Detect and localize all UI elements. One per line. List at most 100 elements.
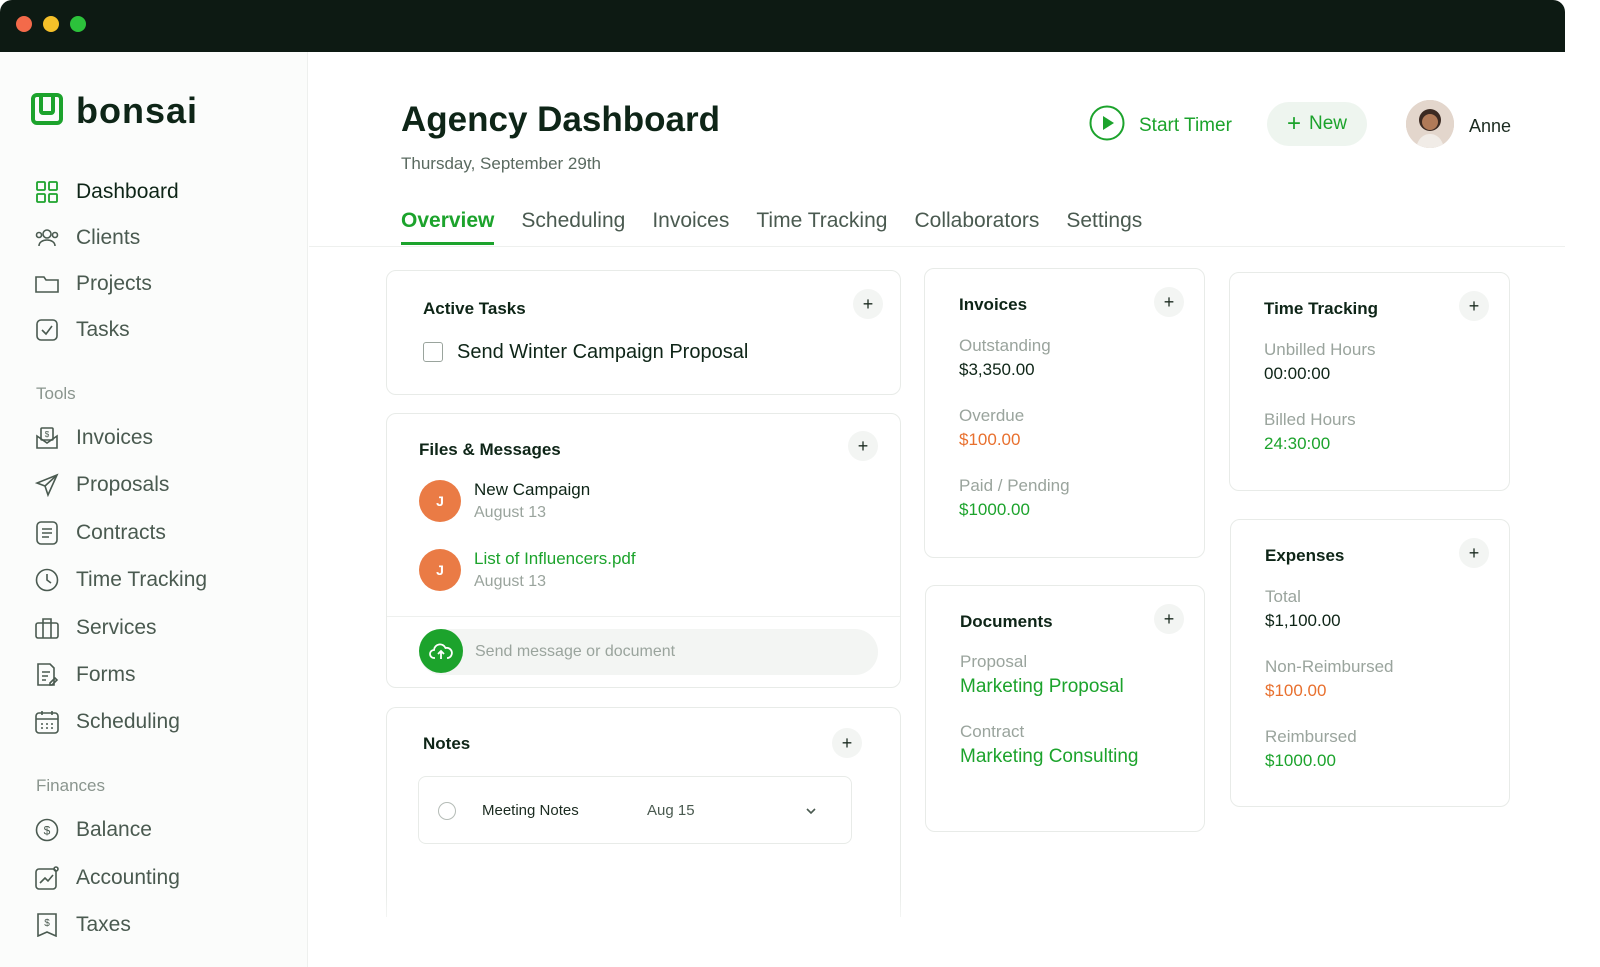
window-minimize-button[interactable] (43, 16, 59, 32)
tab-settings[interactable]: Settings (1066, 209, 1142, 245)
window-close-button[interactable] (16, 16, 32, 32)
add-time-button[interactable]: + (1459, 291, 1489, 321)
send-icon (34, 472, 60, 498)
calendar-icon (34, 709, 60, 735)
unbilled-hours-value: 00:00:00 (1264, 364, 1331, 383)
sidebar-item-label: Accounting (76, 866, 180, 889)
add-file-button[interactable]: + (848, 431, 878, 461)
sidebar-item-clients[interactable]: Clients (34, 223, 140, 253)
svg-text:$: $ (44, 918, 50, 929)
overdue-value: $100.00 (959, 430, 1021, 449)
chevron-down-icon[interactable] (804, 804, 818, 818)
logo-text: bonsai (76, 90, 199, 131)
time-tracking-card: Time Tracking + Unbilled Hours 00:00:00 … (1229, 272, 1510, 491)
upload-cloud-icon[interactable] (419, 629, 463, 673)
svg-text:$: $ (45, 430, 50, 439)
new-button-label: New (1309, 113, 1348, 134)
sidebar-item-services[interactable]: Services (34, 613, 157, 643)
files-messages-card: Files & Messages + J New Campaign August… (386, 413, 901, 688)
card-title: Documents (960, 612, 1053, 631)
avatar: J (419, 549, 461, 591)
active-tasks-card: Active Tasks + Send Winter Campaign Prop… (386, 270, 901, 395)
outstanding-label: Outstanding (959, 336, 1051, 355)
contract-link[interactable]: Marketing Consulting (960, 746, 1138, 768)
sidebar-item-forms[interactable]: Forms (34, 660, 136, 690)
note-title: Meeting Notes (482, 802, 579, 819)
add-note-button[interactable]: + (832, 728, 862, 758)
tab-invoices[interactable]: Invoices (652, 209, 729, 245)
document-icon (34, 520, 60, 546)
total-value: $1,100.00 (1265, 611, 1341, 630)
add-document-button[interactable]: + (1154, 604, 1184, 634)
tab-time-tracking[interactable]: Time Tracking (756, 209, 887, 245)
add-expense-button[interactable]: + (1459, 538, 1489, 568)
avatar[interactable] (1406, 100, 1454, 148)
task-checkbox[interactable] (423, 342, 443, 362)
window-titlebar (0, 0, 1565, 52)
scroll-fade (385, 890, 905, 967)
sidebar-item-proposals[interactable]: Proposals (34, 470, 169, 500)
proposal-link[interactable]: Marketing Proposal (960, 676, 1124, 698)
reimbursed-label: Reimbursed (1265, 727, 1357, 746)
sidebar-item-taxes[interactable]: $ Taxes (34, 910, 131, 940)
sidebar-item-label: Forms (76, 663, 136, 686)
clock-icon (34, 567, 60, 593)
contract-label: Contract (960, 722, 1025, 741)
plus-icon: + (1163, 608, 1175, 629)
send-message-placeholder: Send message or document (475, 643, 676, 660)
note-radio[interactable] (438, 802, 456, 820)
user-name[interactable]: Anne (1469, 116, 1511, 137)
non-reimbursed-label: Non-Reimbursed (1265, 657, 1394, 676)
sidebar-item-label: Invoices (76, 426, 154, 449)
play-icon (1089, 105, 1125, 146)
divider (387, 616, 900, 617)
card-title: Files & Messages (419, 440, 561, 459)
window-maximize-button[interactable] (70, 16, 86, 32)
chart-icon (34, 865, 60, 891)
folder-icon (34, 271, 60, 297)
total-label: Total (1265, 587, 1301, 606)
sidebar-item-tasks[interactable]: Tasks (34, 315, 130, 345)
sidebar-item-label: Time Tracking (76, 568, 208, 591)
svg-text:$: $ (44, 824, 51, 838)
sidebar-item-projects[interactable]: Projects (34, 269, 152, 299)
add-task-button[interactable]: + (853, 289, 883, 319)
non-reimbursed-value: $100.00 (1265, 681, 1327, 700)
sidebar-item-label: Scheduling (76, 710, 180, 733)
invoices-card: Invoices + Outstanding $3,350.00 Overdue… (924, 268, 1205, 558)
file-link[interactable]: List of Influencers.pdf (474, 549, 636, 569)
tab-collaborators[interactable]: Collaborators (914, 209, 1039, 245)
sidebar-item-balance[interactable]: $ Balance (34, 815, 152, 845)
plus-icon: + (841, 732, 853, 753)
sidebar-item-label: Taxes (76, 913, 131, 936)
tabs-divider (309, 246, 1565, 247)
start-timer-button[interactable]: Start Timer (1089, 105, 1232, 146)
sidebar-item-invoices[interactable]: $ Invoices (34, 423, 153, 453)
sidebar-item-time-tracking[interactable]: Time Tracking (34, 565, 207, 595)
add-invoice-button[interactable]: + (1154, 287, 1184, 317)
note-row[interactable]: Meeting Notes Aug 15 (418, 776, 852, 844)
sidebar-item-dashboard[interactable]: Dashboard (34, 177, 179, 207)
logo[interactable]: bonsai (30, 90, 198, 132)
notes-card: Notes + Meeting Notes Aug 15 (386, 707, 901, 917)
tab-scheduling[interactable]: Scheduling (521, 209, 625, 245)
receipt-icon: $ (34, 912, 60, 938)
note-date: Aug 15 (647, 802, 695, 819)
finances-section-label: Finances (36, 776, 105, 795)
billed-hours-value: 24:30:00 (1264, 434, 1331, 453)
message-title[interactable]: New Campaign (474, 480, 590, 500)
card-title: Active Tasks (423, 299, 526, 318)
sidebar-item-label: Clients (76, 226, 141, 249)
tab-overview[interactable]: Overview (401, 209, 495, 245)
new-button[interactable]: + New (1267, 102, 1367, 146)
sidebar-item-label: Dashboard (76, 180, 179, 203)
sidebar-item-contracts[interactable]: Contracts (34, 518, 166, 548)
avatar: J (419, 480, 461, 522)
overdue-label: Overdue (959, 406, 1025, 425)
documents-card: Documents + Proposal Marketing Proposal … (925, 585, 1205, 832)
task-label[interactable]: Send Winter Campaign Proposal (457, 341, 748, 364)
sidebar-item-scheduling[interactable]: Scheduling (34, 707, 180, 737)
start-timer-label: Start Timer (1139, 114, 1232, 136)
card-title: Time Tracking (1264, 299, 1379, 318)
sidebar-item-accounting[interactable]: Accounting (34, 863, 180, 893)
